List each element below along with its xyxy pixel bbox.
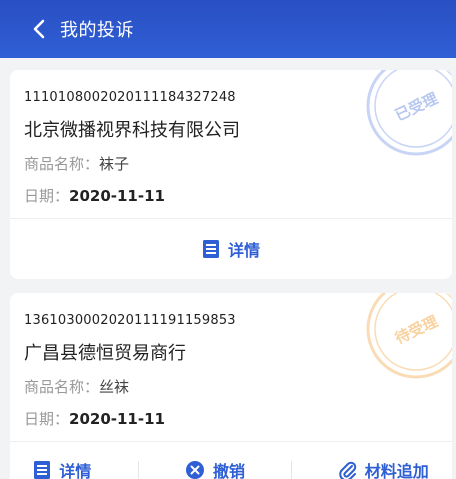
back-button[interactable] xyxy=(24,14,54,44)
product-row: 商品名称：袜子 xyxy=(24,153,438,174)
complaint-card[interactable]: 已受理 1110108002020111184327248 北京微播视界科技有限… xyxy=(10,70,452,279)
card-actions: 详情 撤销 材料追加 xyxy=(10,442,452,479)
detail-label: 详情 xyxy=(227,241,260,260)
product-row: 商品名称：丝袜 xyxy=(24,376,438,397)
detail-button[interactable]: 详情 xyxy=(33,458,91,479)
revoke-button[interactable]: 撤销 xyxy=(185,458,245,479)
chevron-left-icon xyxy=(33,19,45,39)
detail-label: 详情 xyxy=(59,462,92,479)
date-value: 2020-11-11 xyxy=(69,410,165,428)
date-row: 日期：2020-11-11 xyxy=(24,185,438,206)
date-label: 日期： xyxy=(24,410,70,428)
supplement-button[interactable]: 材料追加 xyxy=(339,458,429,479)
product-label: 商品名称： xyxy=(24,155,100,173)
app-header: 我的投诉 xyxy=(0,0,456,58)
page-title: 我的投诉 xyxy=(60,20,134,41)
complaint-card[interactable]: 待受理 1361030002020111191159853 广昌县德恒贸易商行 … xyxy=(10,293,452,479)
product-value: 袜子 xyxy=(99,155,130,173)
detail-button[interactable]: 详情 xyxy=(202,237,260,261)
complaint-number: 1110108002020111184327248 xyxy=(24,90,236,105)
revoke-label: 撤销 xyxy=(212,462,245,479)
company-name: 北京微播视界科技有限公司 xyxy=(24,120,240,141)
paperclip-icon xyxy=(339,461,357,479)
action-separator xyxy=(137,461,139,479)
product-label: 商品名称： xyxy=(24,378,100,396)
card-actions: 详情 xyxy=(10,219,452,279)
date-row: 日期：2020-11-11 xyxy=(24,408,438,429)
supplement-label: 材料追加 xyxy=(364,462,429,479)
action-separator xyxy=(291,461,293,479)
date-label: 日期： xyxy=(24,187,70,205)
document-icon xyxy=(34,461,51,479)
product-value: 丝袜 xyxy=(99,378,130,396)
close-circle-icon xyxy=(185,461,204,479)
document-icon xyxy=(202,240,219,258)
complaint-number: 1361030002020111191159853 xyxy=(24,313,236,328)
date-value: 2020-11-11 xyxy=(69,187,165,205)
company-name: 广昌县德恒贸易商行 xyxy=(24,343,186,364)
